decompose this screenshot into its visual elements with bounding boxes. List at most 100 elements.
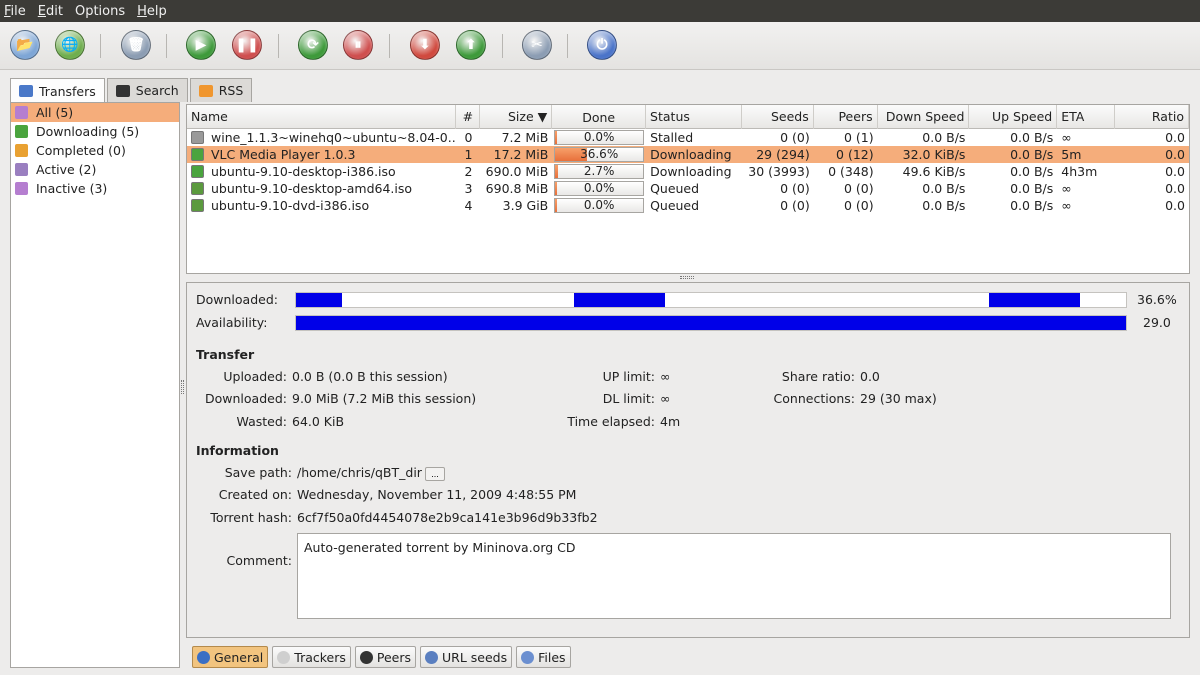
tab-rss[interactable]: RSS bbox=[189, 78, 253, 102]
increase-priority-button[interactable]: ⬆ bbox=[456, 30, 486, 60]
cell-seeds: 0 (0) bbox=[780, 198, 810, 213]
comment-box[interactable]: Auto-generated torrent by Mininova.org C… bbox=[297, 533, 1171, 619]
save-path-label: Save path: bbox=[224, 465, 292, 480]
files-icon bbox=[521, 650, 535, 664]
cell-seeds: 29 (294) bbox=[756, 147, 810, 162]
menu-edit[interactable]: Edit bbox=[38, 4, 63, 19]
column-header[interactable]: Done bbox=[552, 105, 647, 129]
availability-bar-label: Availability: bbox=[196, 315, 268, 330]
column-header[interactable]: Status bbox=[646, 105, 742, 129]
column-header[interactable]: Up Speed bbox=[969, 105, 1058, 129]
queued-icon bbox=[191, 182, 204, 195]
cell-done: 0.0% bbox=[552, 180, 646, 197]
table-row[interactable]: ubuntu-9.10-dvd-i386.iso 4 3.9 GiB 0.0% Queu… bbox=[187, 197, 1189, 214]
general-panel: Downloaded: 36.6% Availability: 29.0 Tra… bbox=[186, 282, 1190, 638]
cell-num: 4 bbox=[464, 198, 473, 213]
tab-url-seeds[interactable]: URL seeds bbox=[420, 646, 513, 668]
filter-item[interactable]: Completed (0) bbox=[11, 141, 179, 160]
open-torrent-button[interactable]: 📂 bbox=[10, 30, 40, 60]
table-row[interactable]: ubuntu-9.10-desktop-amd64.iso 3 690.8 MiB 0… bbox=[187, 180, 1189, 197]
pause-button[interactable]: ❚❚ bbox=[232, 30, 262, 60]
filter-item[interactable]: Active (2) bbox=[11, 160, 179, 179]
column-header[interactable]: Peers bbox=[814, 105, 878, 129]
cell-status: Stalled bbox=[650, 130, 694, 145]
all-icon bbox=[15, 106, 28, 119]
cell-name: VLC Media Player 1.0.3 bbox=[187, 146, 456, 163]
column-header[interactable]: ETA bbox=[1057, 105, 1116, 129]
column-header[interactable]: Ratio bbox=[1115, 105, 1189, 129]
cell-down: 49.6 KiB/s bbox=[902, 164, 966, 179]
start-all-button[interactable]: ⟳ bbox=[298, 30, 328, 60]
cell-size: 17.2 MiB bbox=[493, 147, 549, 162]
cell-seeds: 0 (0) bbox=[780, 181, 810, 196]
availability-bar bbox=[295, 315, 1127, 331]
availability-fill bbox=[296, 316, 1126, 330]
menu-help[interactable]: Help bbox=[137, 4, 167, 19]
tab-label: Trackers bbox=[294, 649, 346, 665]
cell-size: 690.8 MiB bbox=[485, 181, 549, 196]
decrease-priority-button[interactable]: ⬇ bbox=[410, 30, 440, 60]
progress-fill bbox=[555, 199, 558, 212]
tab-transfers[interactable]: Transfers bbox=[10, 78, 105, 103]
downloaded-value: 9.0 MiB (7.2 MiB this session) bbox=[292, 391, 477, 406]
cell-status: Downloading bbox=[650, 147, 732, 162]
info-icon bbox=[197, 650, 210, 664]
filter-label: Active (2) bbox=[36, 162, 97, 177]
cell-eta: 4h3m bbox=[1061, 164, 1098, 179]
cell-peers: 0 (12) bbox=[836, 147, 874, 162]
globe-icon: 🌐 bbox=[61, 37, 79, 53]
pause-all-button[interactable]: ⏸ bbox=[343, 30, 373, 60]
column-header[interactable]: Name bbox=[187, 105, 457, 129]
column-header[interactable]: # bbox=[456, 105, 481, 129]
filter-label: Inactive (3) bbox=[36, 181, 108, 196]
column-header[interactable]: Down Speed bbox=[878, 105, 970, 129]
add-url-button[interactable]: 🌐 bbox=[55, 30, 85, 60]
tab-label: Transfers bbox=[39, 83, 96, 99]
tab-label: Files bbox=[538, 649, 566, 665]
torrent-list: Name # Size ▼ Done Status Seeds Peers Down Spee… bbox=[186, 104, 1190, 274]
url-seeds-icon bbox=[425, 650, 438, 664]
completed-icon bbox=[15, 144, 28, 157]
filter-item[interactable]: Downloading (5) bbox=[11, 122, 179, 141]
share-ratio-value: 0.0 bbox=[860, 369, 880, 384]
tab-search[interactable]: Search bbox=[106, 78, 188, 102]
cell-size: 3.9 GiB bbox=[502, 198, 549, 213]
options-button[interactable]: ✂ bbox=[522, 30, 552, 60]
filter-list: All (5) Downloading (5) Completed (0) Activ… bbox=[10, 102, 180, 668]
filter-item[interactable]: All (5) bbox=[11, 103, 179, 122]
cell-down: 0.0 B/s bbox=[922, 181, 966, 196]
cell-status: Queued bbox=[650, 198, 700, 213]
browse-save-path-button[interactable]: ... bbox=[425, 467, 445, 481]
filter-item[interactable]: Inactive (3) bbox=[11, 179, 179, 198]
start-button[interactable]: ▶ bbox=[186, 30, 216, 60]
menu-file[interactable]: File bbox=[4, 4, 26, 19]
table-row[interactable]: ubuntu-9.10-desktop-i386.iso 2 690.0 MiB 2.… bbox=[187, 163, 1189, 180]
cell-name: wine_1.1.3~winehq0~ubuntu~8.04-0... bbox=[187, 129, 456, 146]
tab-general[interactable]: General bbox=[192, 646, 269, 668]
transfer-section-title: Transfer bbox=[196, 347, 255, 362]
delete-button[interactable]: 🗑 bbox=[121, 30, 151, 60]
exit-button[interactable]: ⏻ bbox=[587, 30, 617, 60]
progress-text: 36.6% bbox=[580, 147, 619, 161]
save-path-value: /home/chris/qBT_dir bbox=[297, 465, 422, 480]
table-row[interactable]: wine_1.1.3~winehq0~ubuntu~8.04-0... 0 7.2 … bbox=[187, 129, 1189, 146]
connections-value: 29 (30 max) bbox=[860, 391, 937, 406]
cell-done: 0.0% bbox=[552, 197, 646, 214]
torrent-list-header: Name # Size ▼ Done Status Seeds Peers Down Spee… bbox=[187, 105, 1189, 129]
tab-label: General bbox=[214, 649, 264, 665]
tab-label: Peers bbox=[376, 649, 411, 665]
column-header[interactable]: Seeds bbox=[742, 105, 814, 129]
cell-up: 0.0 B/s bbox=[1010, 130, 1054, 145]
cell-peers: 0 (0) bbox=[843, 198, 874, 213]
left-tab-bar: Transfers Search RSS bbox=[10, 78, 254, 103]
cell-size: 7.2 MiB bbox=[501, 130, 549, 145]
horizontal-splitter[interactable] bbox=[680, 276, 694, 279]
tab-trackers[interactable]: Trackers bbox=[272, 646, 351, 668]
cell-eta: ∞ bbox=[1061, 181, 1072, 196]
table-row[interactable]: VLC Media Player 1.0.3 1 17.2 MiB 36.6% Down… bbox=[187, 146, 1189, 163]
tab-peers[interactable]: Peers bbox=[354, 646, 416, 668]
tab-files[interactable]: Files bbox=[516, 646, 571, 668]
vertical-splitter[interactable] bbox=[181, 380, 184, 394]
menu-options[interactable]: Options bbox=[75, 4, 125, 19]
column-header[interactable]: Size ▼ bbox=[480, 105, 553, 129]
